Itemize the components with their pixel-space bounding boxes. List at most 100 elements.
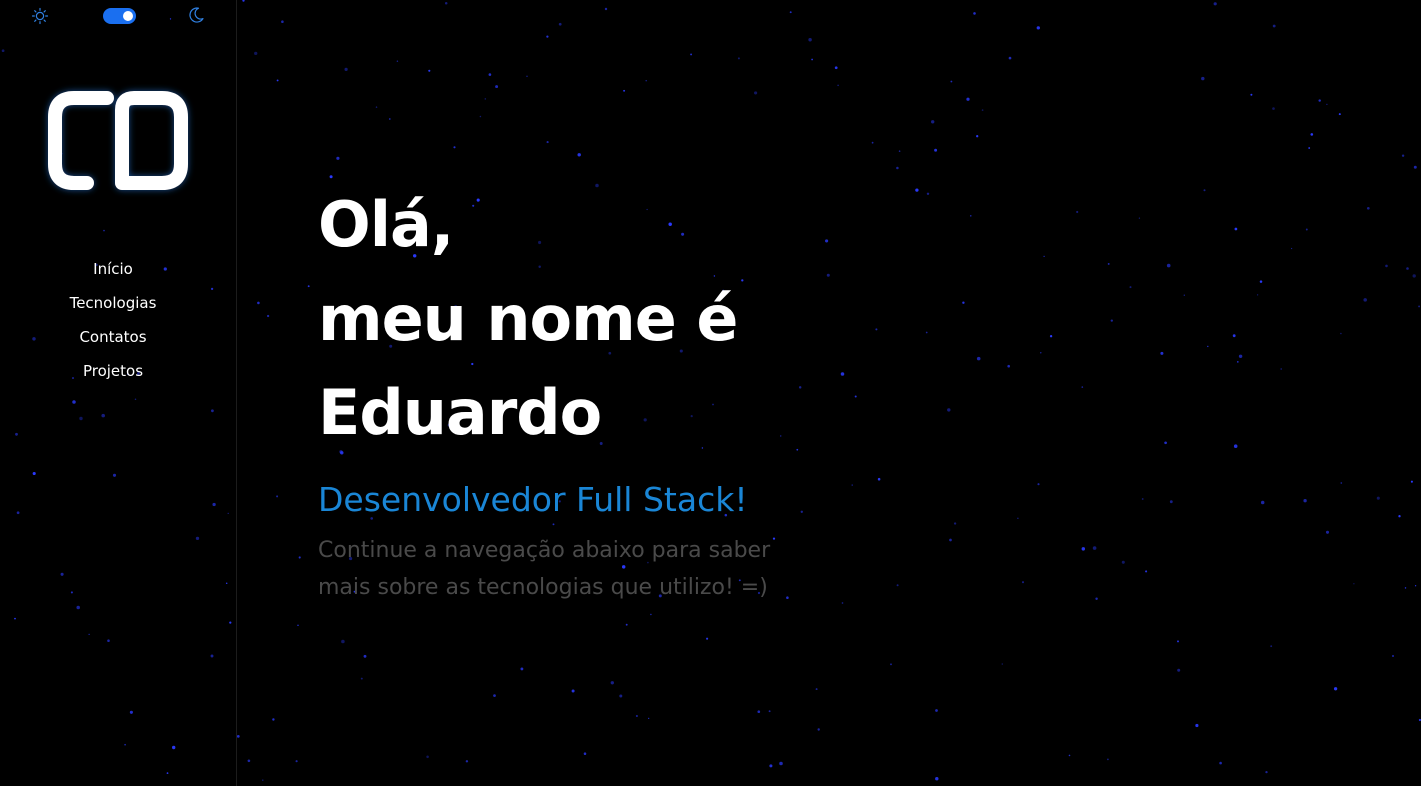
star-dot	[973, 12, 976, 15]
star-dot	[1164, 441, 1167, 445]
star-dot	[1376, 496, 1380, 500]
star-dot	[1233, 444, 1238, 448]
star-dot	[493, 694, 496, 697]
star-dot	[1138, 217, 1141, 219]
star-dot	[1305, 228, 1308, 231]
hero-heading: Olá, meu nome é Eduardo	[318, 178, 878, 460]
star-dot	[976, 135, 979, 138]
star-dot	[754, 91, 758, 95]
star-dot	[898, 150, 901, 152]
star-dot	[1256, 294, 1259, 296]
nav-item-contatos[interactable]: Contatos	[0, 320, 226, 354]
star-dot	[444, 1, 448, 5]
star-dot	[623, 89, 626, 92]
star-dot	[297, 624, 299, 627]
star-dot	[1259, 280, 1263, 283]
star-dot	[737, 57, 740, 60]
star-dot	[1406, 267, 1409, 270]
star-dot	[426, 755, 429, 759]
star-dot	[1412, 274, 1416, 278]
star-dot	[981, 109, 984, 111]
star-dot	[1037, 483, 1040, 486]
star-dot	[1145, 570, 1148, 573]
star-dot	[344, 67, 348, 72]
star-dot	[650, 613, 652, 616]
star-dot	[1001, 663, 1004, 665]
star-dot	[479, 115, 482, 118]
star-dot	[242, 0, 245, 2]
logo[interactable]	[40, 84, 196, 198]
star-dot	[1272, 24, 1276, 28]
moon-icon[interactable]	[187, 6, 205, 24]
star-dot	[619, 694, 623, 698]
star-dot	[837, 84, 839, 87]
star-dot	[877, 477, 881, 481]
star-dot	[1303, 499, 1307, 503]
theme-switcher	[0, 6, 236, 26]
star-dot	[1238, 354, 1243, 359]
hero-section: Olá, meu nome é Eduardo Desenvolvedor Fu…	[318, 178, 878, 606]
star-dot	[1338, 113, 1341, 116]
star-dot	[388, 118, 391, 120]
star-dot	[1401, 154, 1405, 157]
star-dot	[577, 153, 581, 157]
star-dot	[1363, 298, 1367, 302]
star-dot	[488, 73, 492, 76]
star-dot	[1414, 585, 1417, 587]
star-dot	[1265, 770, 1268, 774]
nav-item-projetos[interactable]: Projetos	[0, 354, 226, 388]
star-dot	[779, 761, 783, 766]
star-dot	[966, 97, 970, 101]
star-dot	[604, 7, 608, 11]
star-dot	[1040, 352, 1042, 354]
star-dot	[1121, 560, 1125, 564]
star-dot	[690, 53, 693, 56]
star-dot	[1195, 723, 1199, 728]
star-dot	[926, 192, 930, 196]
star-dot	[396, 60, 399, 63]
star-dot	[546, 141, 549, 144]
star-dot	[1232, 334, 1236, 338]
star-dot	[236, 735, 240, 738]
star-dot	[336, 156, 340, 160]
star-dot	[1049, 335, 1053, 338]
star-dot	[1008, 56, 1012, 60]
star-dot	[484, 98, 487, 100]
star-dot	[307, 285, 310, 288]
star-dot	[953, 522, 957, 525]
star-dot	[1280, 368, 1283, 370]
star-dot	[934, 148, 938, 152]
star-dot	[890, 663, 892, 666]
page: Início Tecnologias Contatos Projetos Olá…	[0, 0, 1421, 786]
star-dot	[495, 85, 499, 89]
sun-icon[interactable]	[31, 7, 49, 25]
star-dot	[1036, 26, 1040, 30]
star-dot	[262, 779, 264, 781]
star-dot	[1392, 655, 1394, 657]
nav-item-inicio[interactable]: Início	[0, 252, 226, 286]
star-dot	[1081, 547, 1086, 551]
star-dot	[1404, 587, 1407, 589]
star-dot	[635, 714, 638, 718]
star-dot	[757, 710, 761, 714]
star-dot	[1272, 107, 1275, 110]
star-dot	[834, 66, 838, 70]
star-dot	[915, 188, 919, 192]
star-dot	[254, 51, 258, 56]
star-dot	[811, 58, 813, 61]
star-dot	[625, 623, 628, 626]
main-nav: Início Tecnologias Contatos Projetos	[0, 252, 226, 388]
star-dot	[1318, 99, 1321, 102]
star-dot	[931, 120, 935, 124]
star-dot	[257, 301, 260, 305]
star-dot	[266, 314, 270, 318]
star-dot	[298, 556, 301, 559]
theme-toggle[interactable]	[103, 8, 136, 24]
star-dot	[610, 681, 614, 685]
star-dot	[970, 215, 972, 217]
star-dot	[1207, 345, 1209, 348]
star-dot	[1129, 286, 1132, 289]
star-dot	[935, 709, 938, 712]
star-dot	[1092, 546, 1097, 550]
nav-item-tecnologias[interactable]: Tecnologias	[0, 286, 226, 320]
